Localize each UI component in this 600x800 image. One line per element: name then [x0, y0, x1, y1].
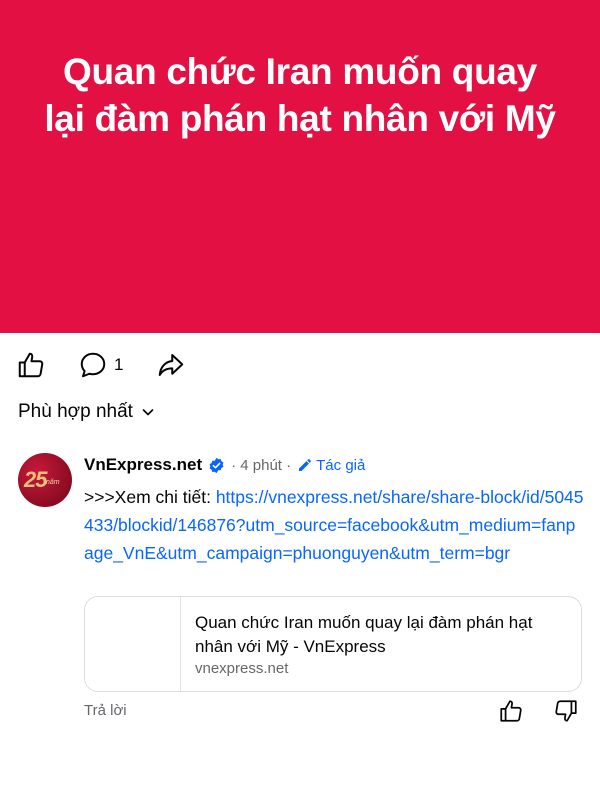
comment-text: >>>Xem chi tiết: https://vnexpress.net/s…	[84, 483, 584, 567]
avatar-logo-subtext: năm	[46, 479, 60, 486]
comment-like-button[interactable]	[498, 698, 524, 729]
comment-bubble-icon	[80, 352, 106, 378]
reply-button[interactable]: Trả lời	[84, 702, 127, 719]
thumbs-up-icon	[18, 352, 44, 378]
sort-label: Phù hợp nhất	[18, 401, 133, 422]
thumbs-up-icon	[500, 700, 522, 722]
link-preview-title: Quan chức Iran muốn quay lại đàm phán hạ…	[195, 613, 533, 656]
link-preview-card[interactable]: Quan chức Iran muốn quay lại đàm phán hạ…	[84, 596, 582, 692]
comment-button[interactable]: 1	[78, 345, 123, 385]
comment-sort-dropdown[interactable]: Phù hợp nhất	[18, 401, 155, 423]
comment-timestamp: · 4 phút ·	[231, 456, 292, 474]
comment-dislike-button[interactable]	[553, 698, 579, 729]
link-preview-domain: vnexpress.net	[195, 660, 289, 677]
thumbs-down-icon	[555, 700, 577, 722]
avatar[interactable]: 25 năm	[18, 453, 72, 507]
link-preview-thumbnail	[85, 597, 181, 691]
like-button[interactable]	[16, 345, 46, 385]
author-badge-label: Tác giả	[316, 456, 366, 474]
share-arrow-icon	[158, 354, 184, 376]
share-button[interactable]	[156, 345, 186, 385]
author-badge: Tác giả	[297, 457, 365, 474]
post-action-bar: 1	[0, 345, 600, 385]
comment-count: 1	[114, 355, 124, 374]
chevron-down-icon	[142, 409, 154, 416]
avatar-logo-text: 25	[24, 467, 48, 492]
pencil-icon	[299, 459, 312, 471]
banner-title: Quan chức Iran muốn quay lại đàm phán hạ…	[44, 51, 556, 139]
verified-badge-icon	[209, 457, 224, 473]
post-banner[interactable]: Quan chức Iran muốn quay lại đàm phán hạ…	[0, 0, 600, 333]
comment-header: VnExpress.net · 4 phút · Tác giả	[84, 454, 365, 476]
comment-author[interactable]: VnExpress.net	[84, 455, 202, 475]
comment-prefix: >>>Xem chi tiết:	[84, 487, 216, 507]
